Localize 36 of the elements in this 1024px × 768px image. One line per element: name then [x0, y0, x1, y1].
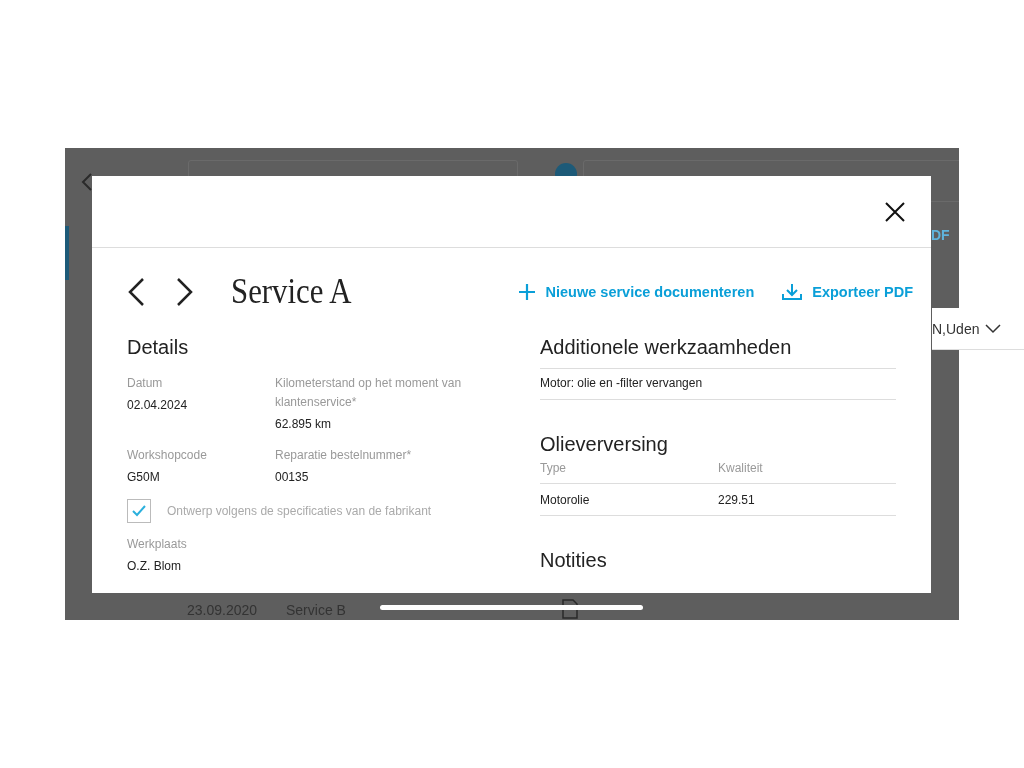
location-selector[interactable]: N,Uden [932, 308, 1024, 350]
sidebar-indicator [65, 226, 69, 280]
section-heading: Notities [540, 549, 608, 573]
section-heading: Details [127, 336, 190, 360]
field-label: Workshopcode [127, 447, 208, 464]
next-icon[interactable] [176, 277, 194, 307]
work-item: Motor: olie en -filter vervangen [540, 369, 896, 400]
field-label: Werkplaats [127, 536, 188, 553]
back-chevron-icon[interactable] [81, 172, 93, 192]
caret-icon[interactable] [985, 323, 1002, 334]
field-value: 02.04.2024 [127, 397, 189, 414]
field-label: Datum [127, 375, 164, 392]
field-label: Reparatie bestelnummer* [275, 447, 413, 464]
checkbox-label: Ontwerp volgens de specificaties van de fabrikant [167, 504, 432, 518]
table-cell-text: 229.51 [718, 493, 756, 507]
download-icon[interactable] [782, 283, 803, 301]
service-title: Service A [231, 272, 352, 312]
column-header: Kwaliteit [718, 461, 764, 475]
field-value: O.Z. Blom [127, 558, 182, 575]
export-link[interactable]: DF [931, 227, 950, 243]
close-icon[interactable] [885, 201, 905, 222]
checkbox[interactable] [127, 499, 151, 523]
field-label: Kilometerstand op het moment van klantenservice* [275, 375, 463, 411]
section-heading: Additionele werkzaamheden [540, 336, 896, 369]
new-service-button[interactable]: Nieuwe service documenteren [517, 283, 755, 301]
field-value: G50M [127, 469, 161, 486]
field-value: 00135 [275, 469, 310, 486]
field-value: 62.895 km [275, 416, 333, 433]
document-icon[interactable] [562, 599, 578, 619]
export-pdf-button[interactable]: Exporteer PDF [782, 283, 913, 301]
plus-icon[interactable] [517, 283, 536, 301]
checkmark-icon [132, 505, 146, 517]
section-heading: Olieverversing [540, 433, 669, 457]
previous-icon[interactable] [127, 277, 145, 307]
column-header: Type [540, 461, 567, 475]
table-cell-text: Motorolie [540, 493, 591, 507]
